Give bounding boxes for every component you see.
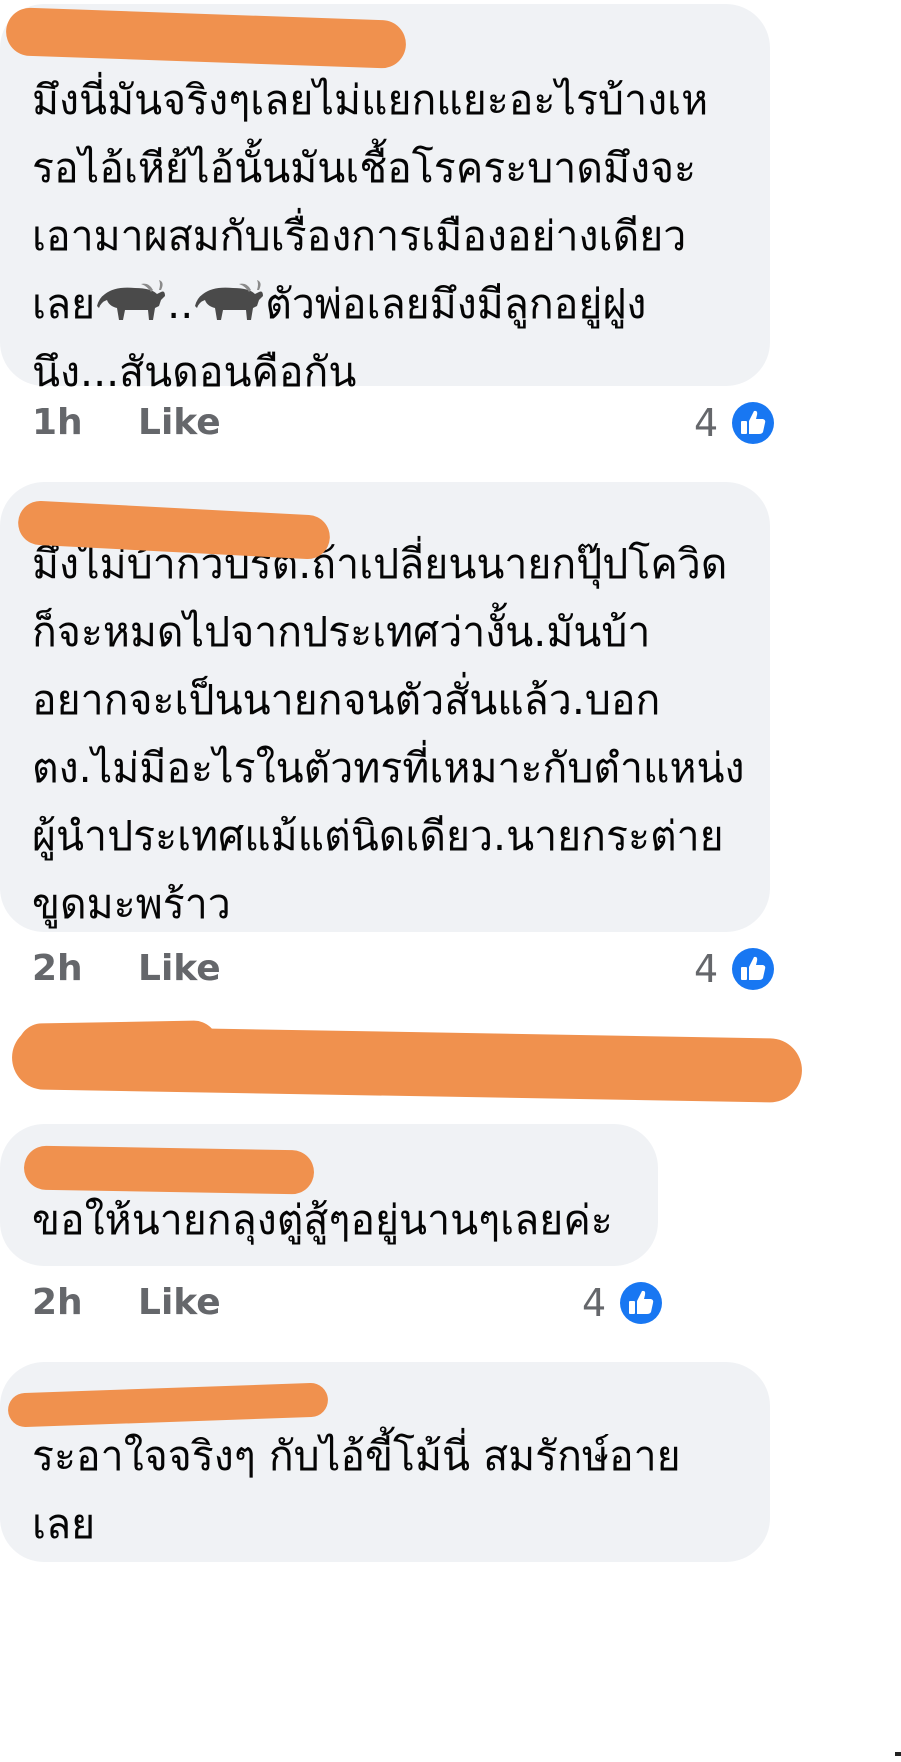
like-button[interactable]: Like — [138, 1282, 221, 1323]
comment-bubble: ขอให้นายกลุงตู่สู้ๆอยู่นานๆเลยค่ะ — [0, 1124, 658, 1266]
comment-text: ขอให้นายกลุงตู่สู้ๆอยู่นานๆเลยค่ะ — [32, 1196, 613, 1244]
comment-text: มึงไม่บ้าก็วิปริต.ถ้าเปลี่ยนนายกปุ๊ปโควิ… — [32, 540, 745, 928]
comment-bubble: มึงไม่บ้าก็วิปริต.ถ้าเปลี่ยนนายกปุ๊ปโควิ… — [0, 482, 770, 932]
reaction-count: 4 — [694, 401, 719, 445]
like-button[interactable]: Like — [138, 948, 221, 989]
comment-text: ระอาใจจริงๆ กับไอ้ขี้โม้นี่ สมรักษ์อาย เ… — [32, 1432, 681, 1548]
comment-timestamp[interactable]: 2h — [32, 948, 83, 989]
divider — [895, 1752, 901, 1756]
reaction-summary[interactable]: 4 — [582, 1278, 666, 1328]
thumbs-up-icon — [617, 1279, 666, 1327]
reaction-summary[interactable]: 4 — [694, 398, 778, 448]
comment-text: มึงนี่มันจริงๆเลยไม่แยกแยะอะไรบ้างเห รอไ… — [32, 66, 708, 406]
redaction-mark — [11, 1025, 803, 1103]
water-buffalo-icon — [195, 280, 264, 320]
water-buffalo-icon — [97, 280, 166, 320]
comment-text-part: .. — [167, 280, 194, 328]
thumbs-up-icon — [729, 399, 778, 447]
like-button[interactable]: Like — [138, 402, 221, 443]
reaction-summary[interactable]: 4 — [694, 944, 778, 994]
reaction-count: 4 — [694, 947, 719, 991]
redaction-mark — [23, 1145, 315, 1195]
reaction-count: 4 — [582, 1281, 607, 1325]
comment-timestamp[interactable]: 2h — [32, 1282, 83, 1323]
thumbs-up-icon — [729, 945, 778, 993]
comment-timestamp[interactable]: 1h — [32, 402, 83, 443]
